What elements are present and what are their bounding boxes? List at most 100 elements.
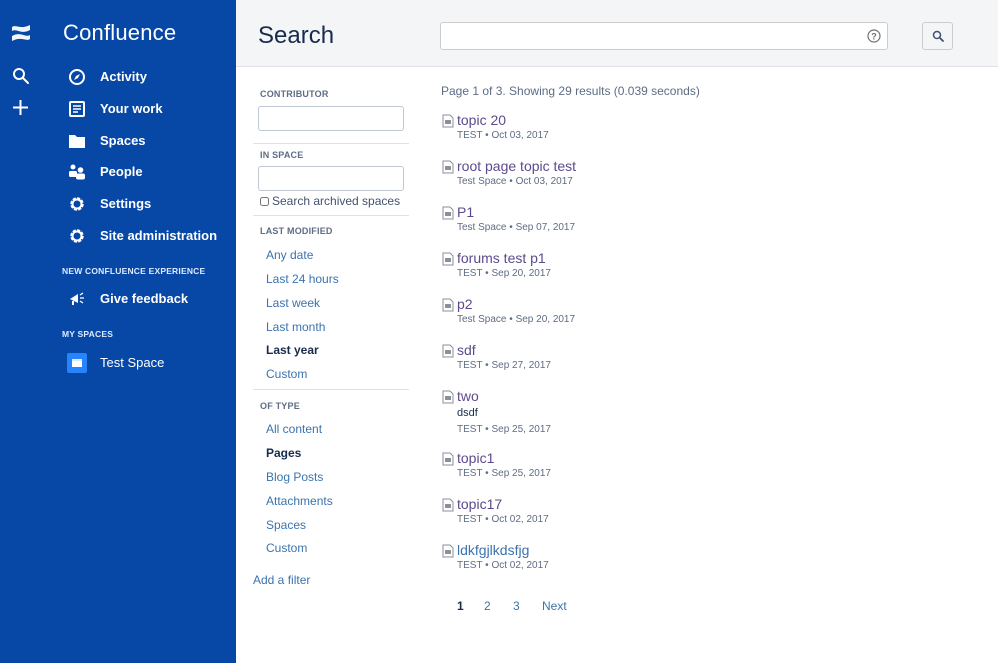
confluence-logo-icon[interactable]	[11, 24, 31, 42]
result-space: TEST	[457, 560, 483, 571]
nav-item-people[interactable]: People	[66, 160, 143, 184]
of-type-all-content[interactable]: All content	[266, 422, 322, 436]
result-title-link[interactable]: topic17	[457, 496, 502, 512]
search-archived-spaces-checkbox[interactable]	[260, 196, 269, 206]
nav-item-site-administration[interactable]: Site administration	[66, 224, 217, 248]
app-title[interactable]: Confluence	[63, 20, 176, 46]
meta-separator: •	[485, 268, 489, 279]
result-title-link[interactable]: p2	[457, 296, 473, 312]
last-modified-any-date[interactable]: Any date	[266, 248, 313, 262]
folder-icon	[66, 130, 88, 152]
page-2[interactable]: 2	[484, 599, 491, 613]
meta-separator: •	[509, 222, 513, 233]
result-date: Oct 03, 2017	[491, 130, 549, 141]
of-type-attachments[interactable]: Attachments	[266, 494, 333, 508]
my-spaces-heading: MY SPACES	[62, 329, 114, 339]
search-archived-spaces-label: Search archived spaces	[272, 194, 401, 208]
in-space-heading: IN SPACE	[260, 150, 304, 160]
page-icon	[442, 298, 454, 312]
my-space-test-space[interactable]: Test Space	[66, 351, 164, 375]
result-meta: Test Space • Sep 07, 2017	[457, 222, 575, 233]
result-space: TEST	[457, 514, 483, 525]
search-button[interactable]	[922, 22, 953, 50]
meta-separator: •	[509, 176, 513, 187]
page-icon	[442, 252, 454, 266]
meta-separator: •	[485, 468, 489, 479]
global-sidebar: Confluence Activity Your work Spaces Peo…	[0, 0, 236, 663]
search-field[interactable]: ?	[440, 22, 888, 50]
page-icon	[442, 344, 454, 358]
of-type-spaces[interactable]: Spaces	[266, 518, 306, 532]
page-3[interactable]: 3	[513, 599, 520, 613]
plus-icon[interactable]	[11, 98, 30, 117]
search-archived-spaces-option[interactable]: Search archived spaces	[260, 194, 400, 208]
page-icon	[442, 452, 454, 466]
result-date: Sep 20, 2017	[491, 268, 551, 279]
contributor-field[interactable]	[258, 106, 404, 131]
result-date: Oct 02, 2017	[491, 560, 549, 571]
of-type-custom[interactable]: Custom	[266, 541, 307, 555]
page-icon	[442, 390, 454, 404]
meta-separator: •	[485, 360, 489, 371]
give-feedback-button[interactable]: Give feedback	[66, 287, 188, 311]
result-excerpt: dsdf	[457, 407, 478, 419]
nav-item-label: Your work	[100, 101, 163, 116]
last-modified-custom[interactable]: Custom	[266, 367, 307, 381]
result-space: TEST	[457, 268, 483, 279]
last-modified-last-month[interactable]: Last month	[266, 320, 325, 334]
add-filter-link[interactable]: Add a filter	[253, 573, 310, 587]
result-title-link[interactable]: topic 20	[457, 112, 506, 128]
svg-text:?: ?	[871, 32, 877, 42]
in-space-input[interactable]	[259, 167, 403, 190]
last-modified-heading: LAST MODIFIED	[260, 226, 333, 236]
meta-separator: •	[485, 560, 489, 571]
page-icon	[442, 206, 454, 220]
result-space: Test Space	[457, 314, 507, 325]
space-label: Test Space	[100, 355, 165, 370]
result-title-link[interactable]: P1	[457, 204, 474, 220]
meta-separator: •	[485, 424, 489, 435]
result-title-link[interactable]: ldkfgjlkdsfjg	[457, 542, 529, 558]
divider	[253, 389, 409, 390]
result-space: Test Space	[457, 176, 507, 187]
result-date: Oct 02, 2017	[491, 514, 549, 525]
last-modified-last-24-hours[interactable]: Last 24 hours	[266, 272, 339, 286]
give-feedback-label: Give feedback	[100, 291, 189, 306]
search-icon	[932, 30, 944, 42]
page-header: Search ?	[236, 0, 998, 67]
nav-item-activity[interactable]: Activity	[66, 65, 147, 89]
result-space: TEST	[457, 468, 483, 479]
in-space-field[interactable]	[258, 166, 404, 191]
result-title-link[interactable]: topic1	[457, 450, 494, 466]
result-title-link[interactable]: root page topic test	[457, 158, 576, 174]
gear-icon	[66, 193, 88, 215]
contributor-input[interactable]	[259, 107, 403, 130]
result-meta: Test Space • Oct 03, 2017	[457, 176, 573, 187]
result-title-link[interactable]: forums test p1	[457, 250, 546, 266]
of-type-blog-posts[interactable]: Blog Posts	[266, 470, 323, 484]
result-title-link[interactable]: sdf	[457, 342, 476, 358]
nav-item-label: Site administration	[100, 228, 218, 243]
nav-item-settings[interactable]: Settings	[66, 192, 151, 216]
of-type-pages[interactable]: Pages	[266, 446, 301, 460]
search-icon[interactable]	[12, 67, 30, 85]
last-modified-last-week[interactable]: Last week	[266, 296, 320, 310]
last-modified-last-year[interactable]: Last year	[266, 343, 319, 357]
gear-icon	[66, 225, 88, 247]
page-1: 1	[457, 599, 464, 613]
nav-item-label: People	[100, 164, 143, 179]
next-page-link[interactable]: Next	[542, 599, 567, 613]
result-meta: TEST • Oct 02, 2017	[457, 514, 549, 525]
nav-item-your-work[interactable]: Your work	[66, 97, 163, 121]
search-input[interactable]	[441, 23, 861, 49]
divider	[253, 143, 409, 144]
result-date: Sep 25, 2017	[491, 424, 551, 435]
help-icon[interactable]: ?	[867, 29, 881, 43]
nav-item-spaces[interactable]: Spaces	[66, 129, 146, 153]
result-title-link[interactable]: two	[457, 388, 479, 404]
nav-item-label: Settings	[100, 196, 152, 211]
result-space: TEST	[457, 130, 483, 141]
page-icon	[442, 544, 454, 558]
megaphone-icon	[66, 288, 88, 310]
page-icon	[442, 160, 454, 174]
